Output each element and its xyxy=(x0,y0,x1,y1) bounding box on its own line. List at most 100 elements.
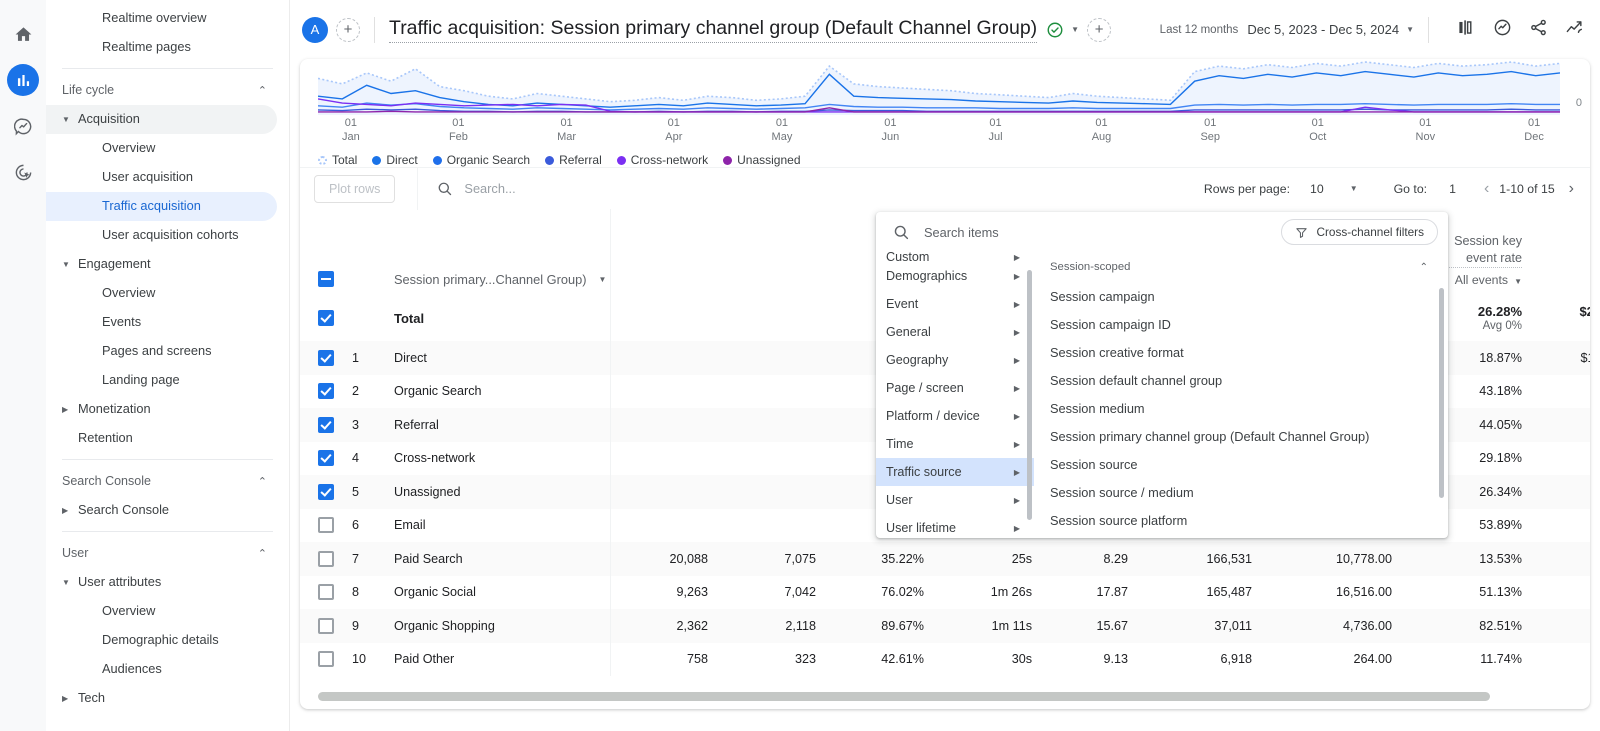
dropdown-category-user[interactable]: User▶ xyxy=(876,486,1034,514)
avatar[interactable]: A xyxy=(302,17,328,43)
row-dimension-value[interactable]: Paid Other xyxy=(380,643,610,677)
rows-per-page-caret-icon[interactable]: ▼ xyxy=(1350,184,1358,193)
dropdown-item-session-source[interactable]: Session source xyxy=(1050,450,1448,478)
row-checkbox[interactable] xyxy=(318,584,334,600)
sidebar-item-user-acquisition[interactable]: User acquisition xyxy=(46,163,277,192)
plot-rows-button[interactable]: Plot rows xyxy=(314,175,395,203)
dropdown-item-session-default-channel-group[interactable]: Session default channel group xyxy=(1050,366,1448,394)
dropdown-item-session-campaign-id[interactable]: Session campaign ID xyxy=(1050,310,1448,338)
dropdown-item-session-campaign[interactable]: Session campaign xyxy=(1050,282,1448,310)
chevron-up-icon[interactable]: ⌃ xyxy=(258,475,267,488)
chevron-up-icon[interactable]: ⌃ xyxy=(258,547,267,560)
row-checkbox[interactable] xyxy=(318,350,334,366)
legend-item-total[interactable]: Total xyxy=(318,153,357,167)
table-row[interactable]: 10Paid Other75832342.61%30s9.136,918264.… xyxy=(300,643,1590,677)
sidebar-item-events[interactable]: Events xyxy=(46,308,277,337)
search-input[interactable] xyxy=(464,181,824,196)
date-caret-icon[interactable]: ▼ xyxy=(1406,25,1414,34)
row-dimension-value[interactable]: Unassigned xyxy=(380,475,610,509)
horizontal-scrollbar[interactable] xyxy=(318,692,1490,701)
sidebar-item-search-console[interactable]: ▶Search Console xyxy=(46,496,277,525)
dropdown-category-user-lifetime[interactable]: User lifetime▶ xyxy=(876,514,1034,538)
title-dropdown-caret-icon[interactable]: ▼ xyxy=(1071,25,1079,34)
sidebar-item-traffic-acquisition[interactable]: Traffic acquisition xyxy=(46,192,277,221)
sidebar-item-audiences[interactable]: Audiences xyxy=(46,655,277,684)
dropdown-item-session-source-platform[interactable]: Session source platform xyxy=(1050,506,1448,534)
legend-item-direct[interactable]: Direct xyxy=(372,153,417,167)
caret-down-icon[interactable]: ▼ xyxy=(62,578,78,587)
table-row[interactable]: 8Organic Social9,2637,04276.02%1m 26s17.… xyxy=(300,576,1590,610)
sidebar-item-acquisition[interactable]: ▼Acquisition xyxy=(46,105,277,134)
advertising-icon[interactable] xyxy=(7,156,39,188)
row-checkbox[interactable] xyxy=(318,651,334,667)
dropdown-category-traffic-source[interactable]: Traffic source▶ xyxy=(876,458,1034,486)
share-icon[interactable] xyxy=(1529,18,1548,42)
row-dimension-value[interactable]: Organic Search xyxy=(380,375,610,409)
chevron-up-icon[interactable]: ⌃ xyxy=(258,84,267,97)
dimension-caret-icon[interactable]: ▼ xyxy=(599,275,607,284)
dropdown-category-geography[interactable]: Geography▶ xyxy=(876,346,1034,374)
trending-icon[interactable] xyxy=(1565,18,1584,42)
sidebar-item-demographic-details[interactable]: Demographic details xyxy=(46,626,277,655)
dropdown-category-page-screen[interactable]: Page / screen▶ xyxy=(876,374,1034,402)
home-icon[interactable] xyxy=(7,18,39,50)
column-header-engaged-sessions[interactable] xyxy=(728,209,836,297)
row-checkbox[interactable] xyxy=(318,551,334,567)
legend-item-referral[interactable]: Referral xyxy=(545,153,602,167)
row-dimension-value[interactable]: Paid Search xyxy=(380,542,610,576)
category-scrollbar[interactable] xyxy=(1027,270,1032,520)
caret-down-icon[interactable]: ▼ xyxy=(62,260,78,269)
dropdown-item-session-source-medium[interactable]: Session source / medium xyxy=(1050,478,1448,506)
sidebar-section-life-cycle[interactable]: Life cycle⌃ xyxy=(46,75,289,105)
row-dimension-value[interactable]: Direct xyxy=(380,341,610,375)
row-checkbox[interactable] xyxy=(318,484,334,500)
sidebar-item-realtime-pages[interactable]: Realtime pages xyxy=(46,33,277,62)
table-row[interactable]: 9Organic Shopping2,3622,11889.67%1m 11s1… xyxy=(300,609,1590,643)
sidebar-item-overview[interactable]: Overview xyxy=(46,134,277,163)
sidebar-item-engagement[interactable]: ▼Engagement xyxy=(46,250,277,279)
row-dimension-value[interactable]: Cross-network xyxy=(380,442,610,476)
sidebar-section-search-console[interactable]: Search Console⌃ xyxy=(46,466,289,496)
trend-chart[interactable]: 0 01Jan01Feb01Mar01Apr01May01Jun01Jul01A… xyxy=(300,59,1590,147)
sidebar-item-overview[interactable]: Overview xyxy=(46,597,277,626)
sidebar-item-realtime-overview[interactable]: Realtime overview xyxy=(46,4,277,33)
dropdown-category-platform-device[interactable]: Platform / device▶ xyxy=(876,402,1034,430)
legend-item-cross-network[interactable]: Cross-network xyxy=(617,153,708,167)
select-all-checkbox[interactable] xyxy=(318,271,334,287)
row-dimension-value[interactable]: Organic Social xyxy=(380,576,610,610)
dropdown-search-input[interactable] xyxy=(924,225,1267,240)
total-row-checkbox[interactable] xyxy=(318,310,334,326)
column-header-total-revenue[interactable] xyxy=(1542,209,1590,297)
row-checkbox[interactable] xyxy=(318,517,334,533)
dimension-selector[interactable]: Session primary...Channel Group) ▼ xyxy=(394,272,606,287)
legend-item-unassigned[interactable]: Unassigned xyxy=(723,153,800,167)
sidebar-item-retention[interactable]: Retention xyxy=(46,424,277,453)
caret-down-icon[interactable]: ▼ xyxy=(62,115,78,124)
caret-right-icon[interactable]: ▶ xyxy=(62,506,78,515)
items-scrollbar[interactable] xyxy=(1439,288,1444,498)
insights-icon[interactable] xyxy=(1493,18,1512,42)
chevron-up-icon[interactable]: ⌃ xyxy=(1420,262,1428,273)
dropdown-category-custom[interactable]: Custom ▶ xyxy=(876,252,1034,262)
sidebar-item-pages-and-screens[interactable]: Pages and screens xyxy=(46,337,277,366)
dropdown-item-session-primary-channel-group-default-channel-group-[interactable]: Session primary channel group (Default C… xyxy=(1050,422,1448,450)
table-row[interactable]: 7Paid Search20,0887,07535.22%25s8.29166,… xyxy=(300,542,1590,576)
compare-icon[interactable] xyxy=(1457,18,1476,42)
next-page-icon[interactable]: › xyxy=(1569,180,1574,198)
previous-page-icon[interactable]: ‹ xyxy=(1484,180,1489,198)
sidebar-item-user-attributes[interactable]: ▼User attributes xyxy=(46,568,277,597)
add-comparison-button[interactable]: + xyxy=(336,18,360,42)
sidebar-section-user[interactable]: User⌃ xyxy=(46,538,289,568)
row-dimension-value[interactable]: Referral xyxy=(380,408,610,442)
row-checkbox[interactable] xyxy=(318,618,334,634)
dropdown-category-time[interactable]: Time▶ xyxy=(876,430,1034,458)
rows-per-page-value[interactable]: 10 xyxy=(1310,182,1324,196)
dropdown-category-general[interactable]: General▶ xyxy=(876,318,1034,346)
dropdown-item-session-medium[interactable]: Session medium xyxy=(1050,394,1448,422)
dropdown-category-demographics[interactable]: Demographics▶ xyxy=(876,262,1034,290)
legend-item-organic-search[interactable]: Organic Search xyxy=(433,153,530,167)
sidebar-item-user-acquisition-cohorts[interactable]: User acquisition cohorts xyxy=(46,221,277,250)
caret-right-icon[interactable]: ▶ xyxy=(62,405,78,414)
sidebar-item-landing-page[interactable]: Landing page xyxy=(46,366,277,395)
reports-icon[interactable] xyxy=(7,64,39,96)
